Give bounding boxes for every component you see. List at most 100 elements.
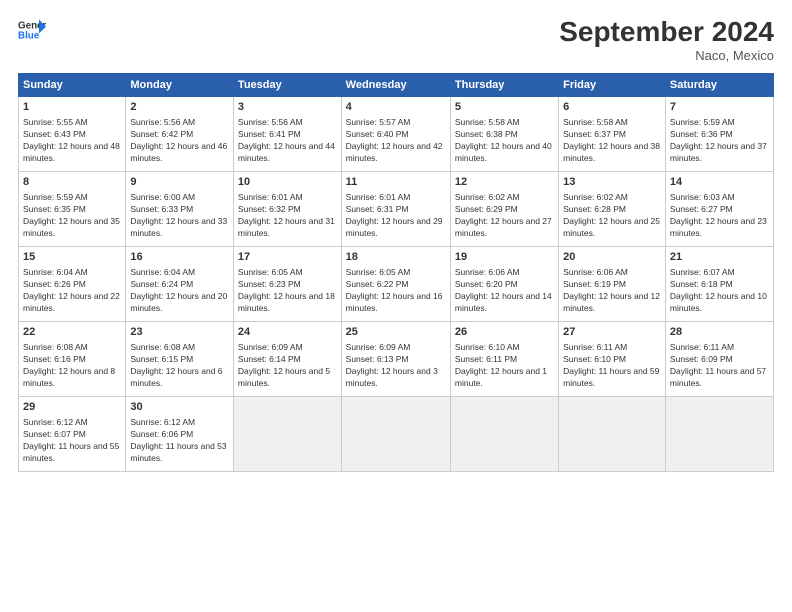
day-number: 28 (670, 325, 769, 340)
header-wednesday: Wednesday (341, 74, 450, 97)
header: General Blue September 2024 Naco, Mexico (18, 16, 774, 63)
day-info: Sunrise: 6:12 AMSunset: 6:07 PMDaylight:… (23, 417, 119, 463)
logo: General Blue (18, 16, 48, 44)
day-number: 26 (455, 325, 554, 340)
table-row: 23Sunrise: 6:08 AMSunset: 6:15 PMDayligh… (126, 322, 234, 397)
table-row: 21Sunrise: 6:07 AMSunset: 6:18 PMDayligh… (665, 247, 773, 322)
day-number: 12 (455, 175, 554, 190)
day-info: Sunrise: 6:01 AMSunset: 6:31 PMDaylight:… (346, 192, 443, 238)
day-info: Sunrise: 6:08 AMSunset: 6:15 PMDaylight:… (130, 342, 222, 388)
table-row: 28 Sunrise: 6:11 AMSunset: 6:09 PMDayligh… (665, 322, 773, 397)
header-saturday: Saturday (665, 74, 773, 97)
day-number: 25 (346, 325, 446, 340)
day-number: 11 (346, 175, 446, 190)
day-number: 10 (238, 175, 337, 190)
table-row: 4Sunrise: 5:57 AMSunset: 6:40 PMDaylight… (341, 97, 450, 172)
calendar-title: September 2024 (559, 16, 774, 48)
day-number: 17 (238, 250, 337, 265)
day-number: 27 (563, 325, 661, 340)
title-block: September 2024 Naco, Mexico (559, 16, 774, 63)
calendar-table: Sunday Monday Tuesday Wednesday Thursday… (18, 73, 774, 472)
table-row (341, 397, 450, 472)
table-row: 15 Sunrise: 6:04 AMSunset: 6:26 PMDayligh… (19, 247, 126, 322)
day-info: Sunrise: 6:04 AMSunset: 6:24 PMDaylight:… (130, 267, 227, 313)
table-row (233, 397, 341, 472)
table-row: 14 Sunrise: 6:03 AMSunset: 6:27 PMDayligh… (665, 172, 773, 247)
day-info: Sunrise: 6:08 AMSunset: 6:16 PMDaylight:… (23, 342, 115, 388)
day-info: Sunrise: 6:05 AMSunset: 6:22 PMDaylight:… (346, 267, 443, 313)
day-info: Sunrise: 6:11 AMSunset: 6:09 PMDaylight:… (670, 342, 766, 388)
table-row: 18 Sunrise: 6:05 AMSunset: 6:22 PMDayligh… (341, 247, 450, 322)
day-info: Sunrise: 5:56 AMSunset: 6:41 PMDaylight:… (238, 117, 335, 163)
table-row: 10Sunrise: 6:01 AMSunset: 6:32 PMDayligh… (233, 172, 341, 247)
header-friday: Friday (559, 74, 666, 97)
calendar-week-1: 1Sunrise: 5:55 AMSunset: 6:43 PMDaylight… (19, 97, 774, 172)
day-number: 7 (670, 100, 769, 115)
day-number: 15 (23, 250, 121, 265)
logo-icon: General Blue (18, 16, 46, 44)
table-row: 3 Sunrise: 5:56 AMSunset: 6:41 PMDaylight… (233, 97, 341, 172)
day-number: 18 (346, 250, 446, 265)
day-number: 2 (130, 100, 229, 115)
table-row: 26 Sunrise: 6:10 AMSunset: 6:11 PMDayligh… (450, 322, 558, 397)
table-row: 17Sunrise: 6:05 AMSunset: 6:23 PMDayligh… (233, 247, 341, 322)
day-info: Sunrise: 6:11 AMSunset: 6:10 PMDaylight:… (563, 342, 659, 388)
header-tuesday: Tuesday (233, 74, 341, 97)
day-number: 8 (23, 175, 121, 190)
table-row: 27 Sunrise: 6:11 AMSunset: 6:10 PMDayligh… (559, 322, 666, 397)
weekday-header-row: Sunday Monday Tuesday Wednesday Thursday… (19, 74, 774, 97)
table-row: 16Sunrise: 6:04 AMSunset: 6:24 PMDayligh… (126, 247, 234, 322)
day-info: Sunrise: 5:58 AMSunset: 6:37 PMDaylight:… (563, 117, 660, 163)
day-number: 9 (130, 175, 229, 190)
day-number: 22 (23, 325, 121, 340)
svg-text:Blue: Blue (18, 30, 40, 41)
day-number: 19 (455, 250, 554, 265)
day-info: Sunrise: 6:10 AMSunset: 6:11 PMDaylight:… (455, 342, 547, 388)
calendar-page: General Blue September 2024 Naco, Mexico… (0, 0, 792, 612)
table-row (559, 397, 666, 472)
day-info: Sunrise: 5:56 AMSunset: 6:42 PMDaylight:… (130, 117, 227, 163)
day-info: Sunrise: 5:59 AMSunset: 6:35 PMDaylight:… (23, 192, 120, 238)
day-info: Sunrise: 5:57 AMSunset: 6:40 PMDaylight:… (346, 117, 443, 163)
table-row: 12 Sunrise: 6:02 AMSunset: 6:29 PMDayligh… (450, 172, 558, 247)
day-number: 5 (455, 100, 554, 115)
table-row: 7 Sunrise: 5:59 AMSunset: 6:36 PMDaylight… (665, 97, 773, 172)
day-number: 3 (238, 100, 337, 115)
day-info: Sunrise: 5:59 AMSunset: 6:36 PMDaylight:… (670, 117, 767, 163)
header-thursday: Thursday (450, 74, 558, 97)
table-row: 22 Sunrise: 6:08 AMSunset: 6:16 PMDayligh… (19, 322, 126, 397)
day-info: Sunrise: 6:02 AMSunset: 6:28 PMDaylight:… (563, 192, 660, 238)
table-row: 25 Sunrise: 6:09 AMSunset: 6:13 PMDayligh… (341, 322, 450, 397)
table-row: 24Sunrise: 6:09 AMSunset: 6:14 PMDayligh… (233, 322, 341, 397)
table-row: 6 Sunrise: 5:58 AMSunset: 6:37 PMDaylight… (559, 97, 666, 172)
header-monday: Monday (126, 74, 234, 97)
header-sunday: Sunday (19, 74, 126, 97)
day-info: Sunrise: 6:02 AMSunset: 6:29 PMDaylight:… (455, 192, 552, 238)
table-row (665, 397, 773, 472)
day-info: Sunrise: 6:07 AMSunset: 6:18 PMDaylight:… (670, 267, 767, 313)
table-row: 8 Sunrise: 5:59 AMSunset: 6:35 PMDaylight… (19, 172, 126, 247)
day-info: Sunrise: 6:00 AMSunset: 6:33 PMDaylight:… (130, 192, 227, 238)
table-row: 19 Sunrise: 6:06 AMSunset: 6:20 PMDayligh… (450, 247, 558, 322)
day-info: Sunrise: 6:06 AMSunset: 6:20 PMDaylight:… (455, 267, 552, 313)
table-row: 20 Sunrise: 6:06 AMSunset: 6:19 PMDayligh… (559, 247, 666, 322)
table-row: 9 Sunrise: 6:00 AMSunset: 6:33 PMDaylight… (126, 172, 234, 247)
day-number: 20 (563, 250, 661, 265)
table-row: 30Sunrise: 6:12 AMSunset: 6:06 PMDayligh… (126, 397, 234, 472)
calendar-week-2: 8 Sunrise: 5:59 AMSunset: 6:35 PMDaylight… (19, 172, 774, 247)
table-row (450, 397, 558, 472)
day-info: Sunrise: 6:09 AMSunset: 6:13 PMDaylight:… (346, 342, 438, 388)
day-info: Sunrise: 6:03 AMSunset: 6:27 PMDaylight:… (670, 192, 767, 238)
table-row: 13Sunrise: 6:02 AMSunset: 6:28 PMDayligh… (559, 172, 666, 247)
calendar-subtitle: Naco, Mexico (559, 48, 774, 63)
day-info: Sunrise: 6:09 AMSunset: 6:14 PMDaylight:… (238, 342, 330, 388)
day-info: Sunrise: 6:06 AMSunset: 6:19 PMDaylight:… (563, 267, 660, 313)
day-number: 6 (563, 100, 661, 115)
day-number: 14 (670, 175, 769, 190)
table-row: 29 Sunrise: 6:12 AMSunset: 6:07 PMDayligh… (19, 397, 126, 472)
table-row: 5 Sunrise: 5:58 AMSunset: 6:38 PMDaylight… (450, 97, 558, 172)
day-number: 29 (23, 400, 121, 415)
day-info: Sunrise: 6:04 AMSunset: 6:26 PMDaylight:… (23, 267, 120, 313)
day-info: Sunrise: 5:58 AMSunset: 6:38 PMDaylight:… (455, 117, 552, 163)
day-number: 1 (23, 100, 121, 115)
